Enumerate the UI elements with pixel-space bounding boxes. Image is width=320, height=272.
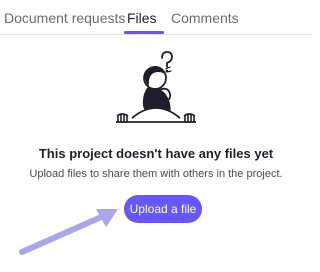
tab-files[interactable]: Files <box>127 8 157 28</box>
pointing-arrow-icon <box>19 209 118 255</box>
upload-file-button[interactable]: Upload a file <box>124 195 202 223</box>
empty-state-description: Upload files to share them with others i… <box>29 168 283 180</box>
tab-document-requests[interactable]: Document requests <box>4 8 125 28</box>
tab-comments[interactable]: Comments <box>171 8 239 28</box>
active-tab-indicator <box>124 31 164 34</box>
files-panel: Document requests Files Comments This pr… <box>0 0 312 272</box>
tab-bar: Document requests Files Comments <box>0 0 312 35</box>
confused-person-peeking-icon <box>116 51 196 123</box>
empty-state-title: This project doesn't have any files yet <box>38 146 274 161</box>
